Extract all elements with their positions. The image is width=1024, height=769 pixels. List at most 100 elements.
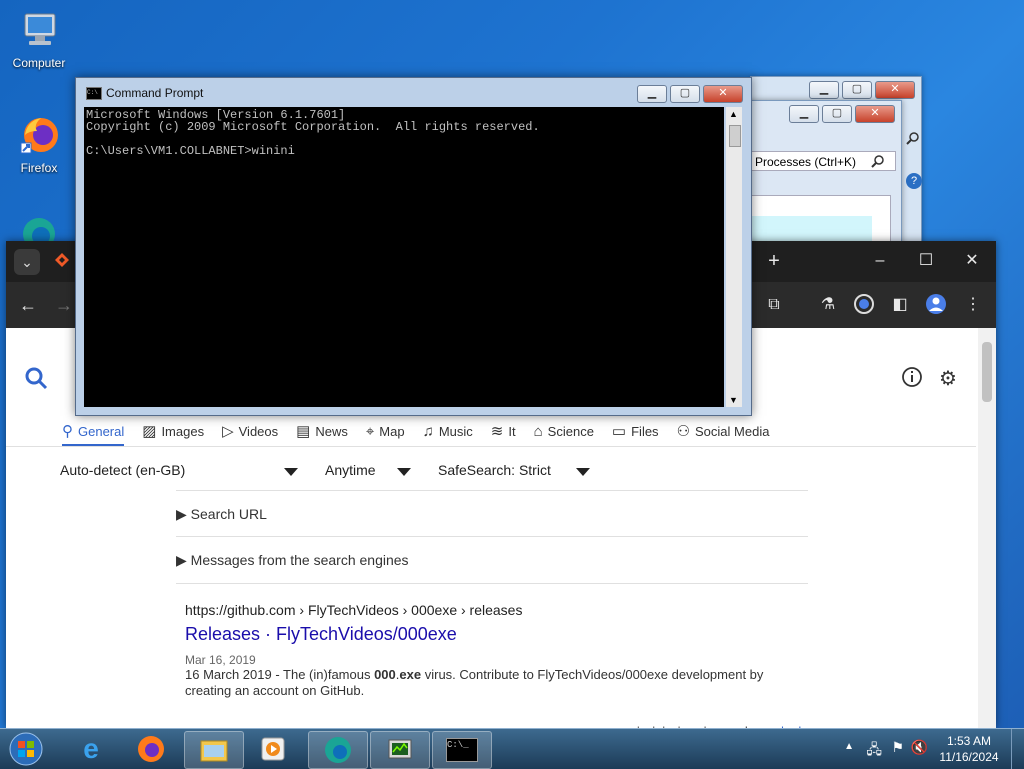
firefox-icon [138,736,164,762]
safesearch-select[interactable]: SafeSearch: Strict [438,462,551,478]
chevron-down-icon[interactable] [284,468,298,476]
chevron-down-icon[interactable] [576,468,590,476]
people-icon: ⚇ [676,423,691,440]
action-center-flag-icon[interactable]: ⚑ [891,739,904,756]
profile-avatar-icon[interactable] [924,293,948,317]
show-desktop-button[interactable] [1011,729,1024,769]
show-hidden-icons-button[interactable]: ▲ [844,741,854,752]
result-description: 16 March 2019 - The (in)famous 000.exe v… [185,667,785,699]
back-button[interactable]: ← [16,293,40,317]
tab-videos[interactable]: ▷ Videos [222,418,278,444]
expander-label: Search URL [190,506,267,522]
taskbar-edge[interactable] [308,731,368,769]
console-line: Copyright (c) 2009 Microsoft Corporation… [86,120,540,134]
settings-gear-icon[interactable]: ⚙ [939,366,957,391]
tab-social-media[interactable]: ⚇ Social Media [677,418,770,444]
tab-label: Social Media [695,423,770,439]
window-title: Command Prompt [106,86,204,100]
scroll-up-icon[interactable]: ▲ [729,109,738,119]
minimize-button[interactable]: ▁ [809,81,839,99]
sidebar-icon[interactable]: ◧ [888,293,912,317]
tab-map[interactable]: ⌖ Map [366,418,405,444]
taskbar-firefox[interactable] [122,731,180,767]
scrollbar-thumb[interactable] [982,342,992,402]
labs-icon[interactable]: ⚗ [816,293,840,317]
cmd-icon: C:\ [86,87,102,100]
download-icon[interactable] [852,293,876,317]
close-button[interactable]: ✕ [960,249,984,273]
layers-icon: ≋ [490,423,504,440]
taskbar-explorer[interactable] [184,731,244,769]
taskbar: e C:\_ ▲ 🖧 ⚑ 🔇 1:53 AM 11/16/2024 [0,728,1024,769]
process-explorer-icon [388,739,412,759]
start-button[interactable] [2,731,50,767]
maximize-button[interactable]: ▢ [842,81,872,99]
messages-expander[interactable]: ▶ Messages from the search engines [176,552,409,569]
edge-icon [325,737,351,763]
tab-label: General [78,423,125,439]
extensions-icon[interactable]: ⧉ [762,293,786,317]
process-explorer-window[interactable]: ▁ ▢ ✕ Processes (Ctrl+K) [742,100,902,248]
tab-news[interactable]: ▤ News [296,418,348,444]
maximize-button[interactable]: ▢ [670,85,700,103]
minimize-button[interactable]: – [868,249,892,273]
command-prompt-window[interactable]: C:\ Command Prompt ▁ ▢ ✕ Microsoft Windo… [75,77,752,416]
close-button[interactable]: ✕ [875,81,915,99]
result-url[interactable]: https://github.com › FlyTechVideos › 000… [185,602,785,618]
taskbar-command-prompt[interactable]: C:\_ [432,731,492,769]
tab-music[interactable]: ♫ Music [423,418,473,444]
tab-images[interactable]: ▨ Images [142,418,204,444]
internet-explorer-icon: e [83,733,99,764]
page-scrollbar[interactable] [978,328,996,728]
brave-logo-icon[interactable] [54,252,70,268]
forward-button[interactable]: → [52,293,76,317]
tab-files[interactable]: ▭ Files [612,418,659,444]
tab-label: It [508,423,516,439]
scroll-down-icon[interactable]: ▼ [729,395,738,405]
console-line: C:\Users\VM1.COLLABNET>winini [86,144,295,158]
close-button[interactable]: ✕ [703,85,743,103]
taskbar-ie[interactable]: e [62,731,120,767]
language-select[interactable]: Auto-detect (en-GB) [60,462,185,478]
language-value: Auto-detect (en-GB) [60,462,186,478]
console-scrollbar[interactable]: ▲ ▼ [726,107,742,407]
maximize-button[interactable]: ☐ [914,249,938,273]
tab-it[interactable]: ≋ It [491,418,516,444]
scrollbar-thumb[interactable] [729,125,741,147]
minimize-button[interactable]: ▁ [637,85,667,103]
time-range-select[interactable]: Anytime [325,462,376,478]
console-output[interactable]: Microsoft Windows [Version 6.1.7601] Copy… [84,107,724,407]
help-icon[interactable]: ? [906,173,922,189]
image-icon: ▨ [142,423,157,440]
new-tab-button[interactable]: + [762,249,786,273]
info-icon[interactable] [901,366,923,391]
clock[interactable]: 1:53 AM 11/16/2024 [934,734,1004,764]
process-list[interactable] [751,195,891,245]
network-icon[interactable]: 🖧 [866,739,882,763]
clock-time: 1:53 AM [946,734,992,748]
tab-science[interactable]: ⌂ Science [534,418,594,444]
search-placeholder: Processes (Ctrl+K) [755,155,857,169]
search-icon[interactable] [906,131,920,145]
taskbar-media-player[interactable] [244,731,302,767]
taskbar-process-explorer[interactable] [370,731,430,769]
close-button[interactable]: ✕ [855,105,895,123]
result-date: Mar 16, 2019 [185,653,256,667]
desktop-icon-firefox[interactable]: Firefox [4,113,74,175]
minimize-button[interactable]: ▁ [789,105,819,123]
maximize-button[interactable]: ▢ [822,105,852,123]
expander-label: Messages from the search engines [190,552,409,568]
divider [176,490,808,491]
desktop-icon-label: Computer [12,56,66,70]
searx-search-icon[interactable] [24,366,48,393]
menu-icon[interactable]: ⋮ [961,293,985,317]
volume-muted-icon[interactable]: 🔇 [911,739,928,756]
chevron-down-icon[interactable] [397,468,411,476]
tab-general[interactable]: ⚲ General [62,418,125,446]
desktop-icon-computer[interactable]: Computer [4,8,74,70]
search-url-expander[interactable]: ▶ Search URL [176,506,267,523]
divider [176,583,808,584]
result-title-link[interactable]: Releases · FlyTechVideos/000exe [185,624,785,645]
science-icon: ⌂ [533,422,543,440]
tab-list-button[interactable]: ⌄ [14,249,40,275]
